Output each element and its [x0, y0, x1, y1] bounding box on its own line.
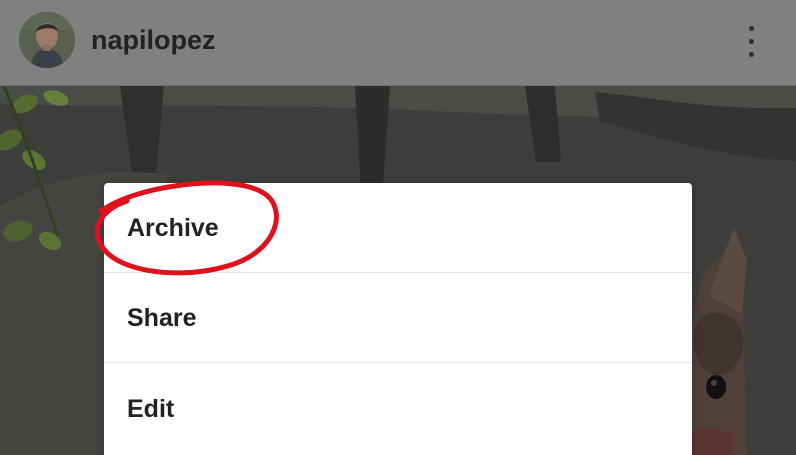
- edit-label: Edit: [127, 395, 175, 423]
- post-header: napilopez: [0, 0, 796, 86]
- share-label: Share: [127, 304, 197, 332]
- more-dot-middle: [749, 39, 754, 44]
- more-options-button[interactable]: [732, 17, 772, 67]
- avatar[interactable]: [19, 12, 75, 68]
- edit-menu-item[interactable]: Edit: [104, 364, 692, 454]
- profile-avatar-icon: [19, 12, 75, 68]
- archive-label: Archive: [127, 214, 219, 242]
- post-options-menu: Archive Share Edit: [104, 183, 692, 455]
- more-dot-bottom: [749, 52, 754, 57]
- share-menu-item[interactable]: Share: [104, 273, 692, 363]
- more-dot-top: [749, 26, 754, 31]
- archive-menu-item[interactable]: Archive: [104, 183, 692, 273]
- username-label[interactable]: napilopez: [91, 24, 216, 56]
- instagram-post-screen: napilopez Archive Share Edit: [0, 0, 796, 455]
